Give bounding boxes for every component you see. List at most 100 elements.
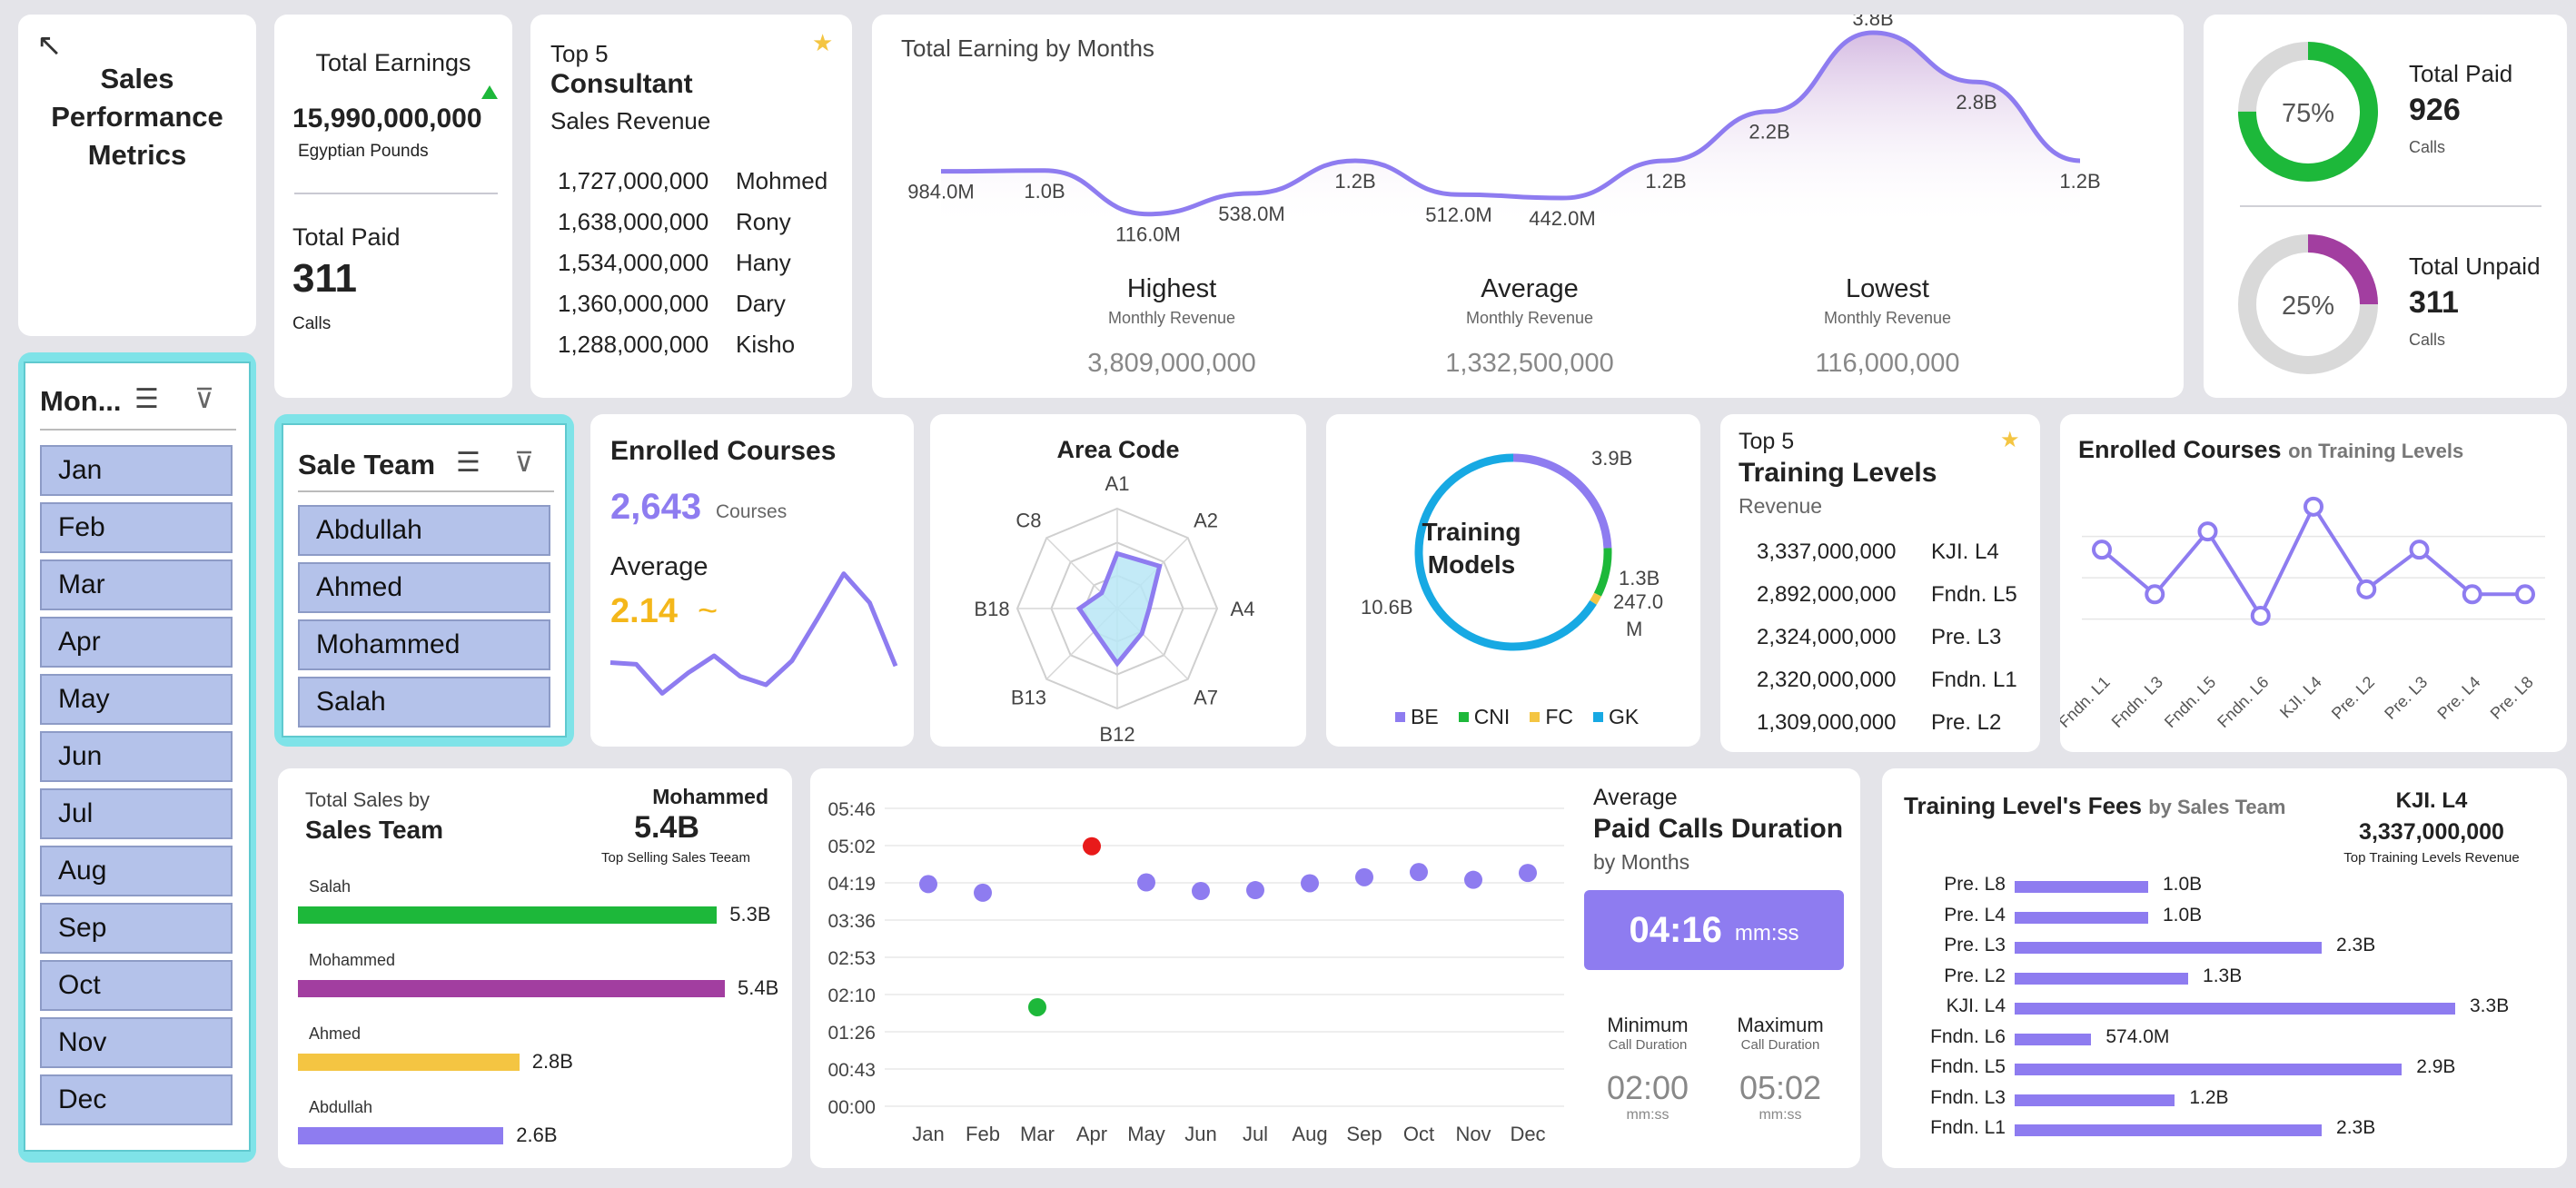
scatter-x-tick: Nov bbox=[1455, 1123, 1491, 1145]
training-models-line1: Training bbox=[1422, 518, 1521, 546]
fees-bar[interactable] bbox=[2015, 1033, 2092, 1045]
scatter-point[interactable] bbox=[1083, 837, 1101, 856]
enrolled-sparkline bbox=[609, 571, 898, 696]
month-item-may[interactable]: May bbox=[40, 674, 233, 725]
training-levels-top: Top 5 bbox=[1739, 429, 1795, 454]
team-bar[interactable] bbox=[298, 980, 725, 997]
fees-bar[interactable] bbox=[2015, 881, 2148, 893]
month-item-aug[interactable]: Aug bbox=[40, 846, 233, 896]
month-item-dec[interactable]: Dec bbox=[40, 1074, 233, 1125]
min-duration: Minimum Call Duration 02:00 mm:ss bbox=[1584, 1014, 1711, 1124]
unpaid-value: 311 bbox=[2409, 285, 2459, 320]
title-line3: Metrics bbox=[87, 139, 187, 171]
team-bar[interactable] bbox=[298, 906, 718, 924]
team-bar-value: 5.4B bbox=[738, 976, 779, 999]
clear-filter-icon[interactable]: ⊽ bbox=[514, 447, 534, 479]
month-item-jun[interactable]: Jun bbox=[40, 731, 233, 782]
paid-unit: Calls bbox=[2409, 138, 2446, 156]
fees-bar[interactable] bbox=[2015, 911, 2148, 924]
top-fees-value: 3,337,000,000 bbox=[2359, 819, 2504, 845]
team-bar[interactable] bbox=[298, 1054, 520, 1071]
fees-bar-value: 2.3B bbox=[2336, 1117, 2376, 1138]
scatter-point[interactable] bbox=[1464, 870, 1482, 889]
training-level-name: Fndn. L1 bbox=[1931, 668, 2017, 692]
team-bar[interactable] bbox=[298, 1127, 504, 1144]
fees-bar-value: 2.9B bbox=[2416, 1056, 2456, 1077]
clear-filter-icon[interactable]: ⊽ bbox=[194, 383, 214, 415]
scatter-point[interactable] bbox=[1301, 874, 1319, 893]
month-item-apr[interactable]: Apr bbox=[40, 617, 233, 668]
training-level-value: 3,337,000,000 bbox=[1757, 540, 1897, 564]
fees-bar[interactable] bbox=[2015, 972, 2189, 985]
scatter-point[interactable] bbox=[1137, 873, 1155, 892]
top-sales-name: Mohammed bbox=[652, 785, 768, 808]
training-level-value: 1,309,000,000 bbox=[1757, 710, 1897, 735]
scatter-y-tick: 03:36 bbox=[827, 911, 876, 932]
training-level-name: Pre. L3 bbox=[1931, 625, 2002, 649]
team-bar-name: Salah bbox=[309, 877, 352, 896]
team-item-abdullah[interactable]: Abdullah bbox=[298, 505, 550, 556]
month-item-oct[interactable]: Oct bbox=[40, 960, 233, 1011]
multi-select-icon[interactable]: ☰ bbox=[456, 447, 481, 479]
team-bar-value: 2.6B bbox=[516, 1124, 558, 1146]
scatter-point[interactable] bbox=[1028, 997, 1046, 1016]
fees-bar[interactable] bbox=[2015, 942, 2323, 954]
fees-bar[interactable] bbox=[2015, 1124, 2323, 1136]
scatter-point[interactable] bbox=[974, 883, 992, 902]
training-levels-card: Top 5 ★ Training Levels Revenue 3,337,00… bbox=[1720, 414, 2040, 752]
area-code-card: Area Code A1 A2 A4 A7 B12 B13 B18 C8 bbox=[930, 414, 1306, 747]
scatter-point[interactable] bbox=[919, 875, 937, 894]
legend-item-fc: FC bbox=[1530, 705, 1573, 729]
month-item-mar[interactable]: Mar bbox=[40, 559, 233, 610]
month-data-label: 512.0M bbox=[1425, 203, 1491, 226]
fees-bar-name: Fndn. L5 bbox=[1930, 1056, 2006, 1077]
top-fees-name: KJI. L4 bbox=[2395, 788, 2468, 813]
scatter-point[interactable] bbox=[1355, 867, 1373, 886]
team-bar-value: 5.3B bbox=[729, 903, 771, 926]
model-data-label: 10.6B bbox=[1361, 596, 1413, 619]
max-unit: mm:ss bbox=[1759, 1107, 1802, 1123]
scatter-point[interactable] bbox=[1192, 882, 1210, 901]
training-models-title: Training Models bbox=[1417, 516, 1526, 581]
duration-card: 05:46 05:02 04:19 03:36 02:53 02:10 01:26 00:43… bbox=[810, 768, 1860, 1168]
consultant-name: Mohmed bbox=[736, 167, 828, 194]
consultant-value: 1,727,000,000 bbox=[558, 167, 709, 194]
levels-tick-label: Fndn. L1 bbox=[2060, 673, 2114, 731]
fees-bar[interactable] bbox=[2015, 1003, 2455, 1015]
fees-bar-name: Fndn. L6 bbox=[1930, 1025, 2006, 1047]
month-item-jan[interactable]: Jan bbox=[40, 445, 233, 496]
fees-bar[interactable] bbox=[2015, 1094, 2175, 1106]
fees-bar-name: KJI. L4 bbox=[1946, 995, 2006, 1016]
legend-swatch bbox=[1530, 712, 1541, 722]
training-models-card: 3.9B 1.3B 247.0 10.6B M Training Models BE CN… bbox=[1326, 414, 1700, 747]
enrolled-sparkline-line bbox=[609, 571, 898, 696]
month-item-sep[interactable]: Sep bbox=[40, 903, 233, 954]
team-item-mohammed[interactable]: Mohammed bbox=[298, 619, 550, 670]
fees-bar[interactable] bbox=[2015, 1064, 2403, 1075]
duration-scatter: 05:46 05:02 04:19 03:36 02:53 02:10 01:26 00:43… bbox=[827, 799, 1564, 1145]
team-slicer-frame: Sale Team ☰ ⊽ Abdullah Ahmed Mohammed Salah bbox=[274, 414, 574, 747]
top-fees-caption: Top Training Levels Revenue bbox=[2343, 850, 2520, 866]
scatter-point[interactable] bbox=[1246, 881, 1264, 900]
team-item-ahmed[interactable]: Ahmed bbox=[298, 562, 550, 613]
scatter-point[interactable] bbox=[1410, 863, 1428, 882]
month-item-feb[interactable]: Feb bbox=[40, 502, 233, 553]
scatter-x-tick: Apr bbox=[1076, 1123, 1107, 1145]
expand-icon[interactable]: ↖ bbox=[36, 27, 63, 64]
team-bar-name: Mohammed bbox=[309, 951, 396, 969]
radar-axis-label: A1 bbox=[1105, 472, 1130, 495]
multi-select-icon[interactable]: ☰ bbox=[134, 383, 159, 415]
team-item-salah[interactable]: Salah bbox=[298, 677, 550, 728]
team-slicer: Sale Team ☰ ⊽ Abdullah Ahmed Mohammed Salah bbox=[282, 423, 567, 738]
model-slice-fc bbox=[1590, 592, 1601, 605]
legend-label: GK bbox=[1608, 705, 1640, 728]
avg-duration-title: Paid Calls Duration bbox=[1593, 814, 1844, 844]
radar-axis-label: A4 bbox=[1231, 598, 1255, 620]
scatter-point[interactable] bbox=[1519, 864, 1537, 883]
total-paid-value: 311 bbox=[292, 256, 357, 301]
month-data-label: 3.8B bbox=[1852, 15, 1893, 30]
fees-bar-value: 1.0B bbox=[2162, 904, 2203, 926]
month-item-jul[interactable]: Jul bbox=[40, 788, 233, 839]
month-item-nov[interactable]: Nov bbox=[40, 1017, 233, 1068]
fees-title-main: Training Level's Fees bbox=[1904, 792, 2142, 819]
